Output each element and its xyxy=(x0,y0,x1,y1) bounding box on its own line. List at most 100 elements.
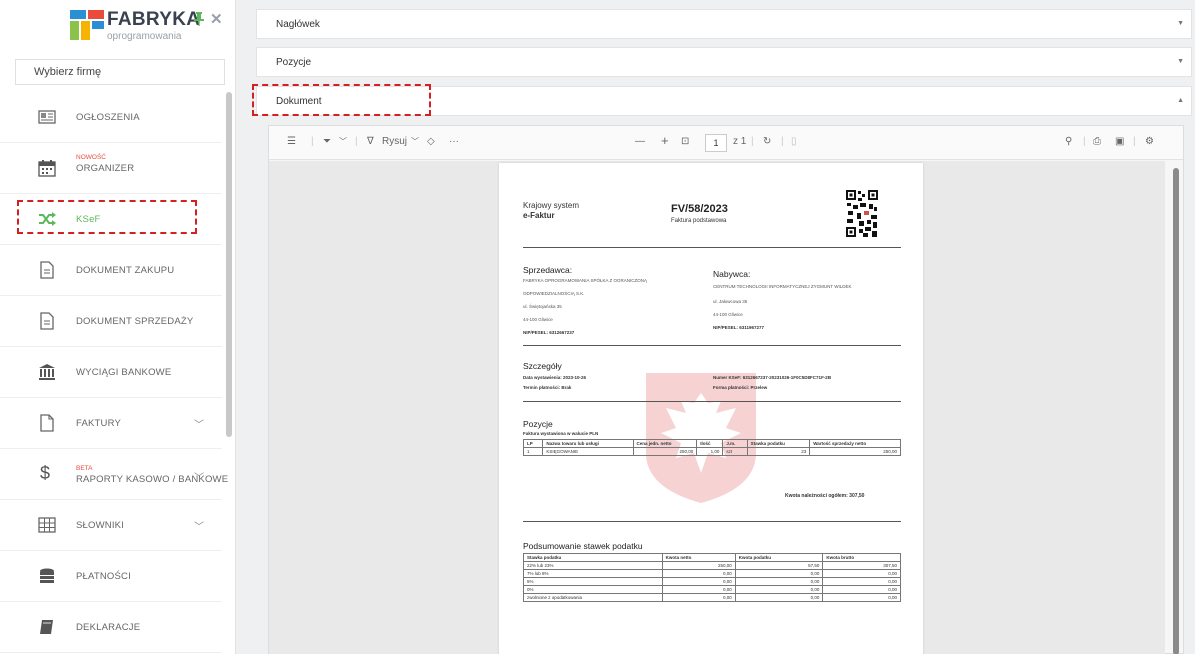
document-icon xyxy=(38,261,56,279)
chevron-down-icon[interactable]: ﹀ xyxy=(411,136,419,147)
caret-down-icon[interactable]: ▼ xyxy=(1177,58,1184,65)
table-cell: 0,00 xyxy=(661,577,736,586)
tax-summary-title: Podsumowanie stawek podatku xyxy=(523,541,643,551)
sidebar: FABRYKA oprogramowania ✕ Wybierz firmę O… xyxy=(0,0,236,654)
document-icon xyxy=(38,312,56,330)
ksef-highlight-box xyxy=(17,200,197,234)
tax-summary-table: Stawka podatku Kwota netto Kwota podatku… xyxy=(523,553,901,602)
issue-date: Data wystawienia: 2023-10-26 xyxy=(523,375,587,380)
table-cell: 0,00 xyxy=(822,585,901,594)
ksef-number: Numer KSeF: 6312667237-20231026-1F0C5D8F… xyxy=(713,375,832,380)
close-icon[interactable]: ✕ xyxy=(210,10,223,28)
more-icon[interactable]: ··· xyxy=(449,136,459,147)
column-header: Stawka podatku xyxy=(523,553,663,562)
seller-city: 44-100 Gliwice xyxy=(523,317,553,322)
page-number-input[interactable]: 1 xyxy=(705,134,727,152)
chevron-down-icon[interactable]: ﹀ xyxy=(194,518,204,533)
page-view-icon[interactable]: ▯ xyxy=(791,136,797,147)
sidebar-item-faktury[interactable]: FAKTURY ﹀ xyxy=(0,398,222,449)
sidebar-item-label: WYCIĄGI BANKOWE xyxy=(76,367,172,378)
gear-icon[interactable]: ⚙ xyxy=(1145,136,1154,147)
column-header: Kwota podatku xyxy=(734,553,824,562)
highlight-icon[interactable]: ⏷ xyxy=(323,136,331,147)
sidebar-item-raporty[interactable]: $ BETA RAPORTY KASOWO / BANKOWE ﹀ xyxy=(0,449,228,500)
column-header: Nazwa towaru lub usługi xyxy=(542,439,634,448)
sidebar-item-platnosci[interactable]: PŁATNOŚCI xyxy=(0,551,222,602)
sidebar-nav: OGŁOSZENIA NOWOŚĆ ORGANIZER KSeF DOKUMEN… xyxy=(0,92,228,653)
table-cell: 250,00 xyxy=(661,561,736,570)
caret-down-icon[interactable]: ▼ xyxy=(1177,20,1184,27)
sidebar-item-dokument-zakupu[interactable]: DOKUMENT ZAKUPU xyxy=(0,245,222,296)
table-cell: 0,00 xyxy=(661,585,736,594)
sidebar-item-dokument-sprzedazy[interactable]: DOKUMENT SPRZEDAŻY xyxy=(0,296,222,347)
table-cell: 0,00 xyxy=(822,569,901,578)
seller-name-line2: ODPOWIEDZIALNOŚCIĄ S.K. xyxy=(523,291,585,296)
pdf-toolbar: ☰ | ⏷ ﹀ | ∇ Rysuj ﹀ ◇ ··· — + ⊡ 1 z 1 | … xyxy=(269,126,1183,160)
sidebar-item-label: RAPORTY KASOWO / BANKOWE xyxy=(76,474,229,485)
table-cell: KSIĘGOWANIE xyxy=(542,447,634,456)
column-header: Cena jedn. netto xyxy=(632,439,698,448)
table-header-row: Stawka podatku Kwota netto Kwota podatku… xyxy=(523,553,901,562)
eagle-watermark-icon xyxy=(646,373,756,503)
sidebar-item-organizer[interactable]: NOWOŚĆ ORGANIZER xyxy=(0,143,222,194)
table-cell: 23 xyxy=(746,447,811,456)
sidebar-item-slowniki[interactable]: SŁOWNIKI ﹀ xyxy=(0,500,222,551)
pdf-canvas[interactable]: Krajowy system e-Faktur FV/58/2023 Faktu… xyxy=(269,161,1165,654)
company-select[interactable]: Wybierz firmę xyxy=(15,59,225,85)
eraser-icon[interactable]: ◇ xyxy=(427,136,435,147)
system-name-line1: Krajowy system xyxy=(523,201,580,210)
seller-street: ul. Świętojańska 35 xyxy=(523,304,562,309)
table-header-row: LP Nazwa towaru lub usługi Cena jedn. ne… xyxy=(522,439,901,448)
zoom-out-icon[interactable]: — xyxy=(635,136,645,147)
panel-pozycje[interactable]: Pozycje ▼ xyxy=(256,47,1192,77)
sidebar-item-label: DOKUMENT ZAKUPU xyxy=(76,265,175,276)
buyer-city: 44-100 Gliwice xyxy=(713,312,743,317)
sidebar-scrollbar[interactable] xyxy=(226,92,232,437)
panel-title: Nagłówek xyxy=(276,19,320,30)
contents-icon[interactable]: ☰ xyxy=(287,136,296,147)
search-icon[interactable]: ⚲ xyxy=(1065,136,1072,147)
sidebar-item-label: SŁOWNIKI xyxy=(76,520,125,531)
details-title: Szczegóły xyxy=(523,361,562,371)
payment-term: Termin płatności: Brak xyxy=(523,385,572,390)
qr-code-icon xyxy=(845,189,879,239)
panel-naglowek[interactable]: Nagłówek ▼ xyxy=(256,9,1192,39)
table-cell: 1 xyxy=(522,447,544,456)
table-cell: 0% xyxy=(523,585,663,594)
sidebar-item-ogloszenia[interactable]: OGŁOSZENIA xyxy=(0,92,222,143)
table-cell: zwolnione z opodatkowania xyxy=(523,593,663,602)
sidebar-item-label: FAKTURY xyxy=(76,418,122,429)
caret-up-icon[interactable]: ▲ xyxy=(1177,97,1184,104)
items-currency: Faktura wystawiona w walucie PLN xyxy=(523,431,599,436)
total-due: Kwota należności ogółem: 307,50 xyxy=(785,493,865,499)
logo[interactable]: FABRYKA oprogramowania ✕ xyxy=(0,0,235,50)
dokument-highlight-box xyxy=(252,84,431,116)
fit-page-icon[interactable]: ⊡ xyxy=(681,136,689,147)
sidebar-item-label: OGŁOSZENIA xyxy=(76,112,140,123)
pin-icon[interactable] xyxy=(194,12,204,29)
pdf-scrollbar[interactable] xyxy=(1173,168,1179,654)
sidebar-item-label: ORGANIZER xyxy=(76,163,135,174)
column-header: LP xyxy=(522,439,544,448)
page-total: z 1 xyxy=(733,136,747,147)
sidebar-item-wyciagi-bankowe[interactable]: WYCIĄGI BANKOWE xyxy=(0,347,222,398)
book-icon xyxy=(38,618,56,636)
table-row: 22% lub 23% 250,00 57,50 307,50 xyxy=(523,561,901,570)
seller-title: Sprzedawca: xyxy=(523,265,573,275)
chevron-down-icon[interactable]: ﹀ xyxy=(194,416,204,431)
chevron-down-icon[interactable]: ﹀ xyxy=(194,469,204,484)
table-cell: 250,00 xyxy=(632,447,698,456)
table-cell: 0,00 xyxy=(734,585,824,594)
draw-icon[interactable]: ∇ xyxy=(367,136,374,147)
beta-badge: BETA xyxy=(76,465,93,472)
table-cell: 57,50 xyxy=(734,561,824,570)
print-icon[interactable]: ⎙ xyxy=(1093,136,1101,147)
logo-subtitle: oprogramowania xyxy=(107,31,182,42)
sidebar-item-deklaracje[interactable]: DEKLARACJE xyxy=(0,602,222,653)
save-icon[interactable]: ▣ xyxy=(1115,136,1124,147)
rotate-icon[interactable]: ↻ xyxy=(763,136,771,147)
draw-button[interactable]: Rysuj xyxy=(382,136,407,147)
zoom-in-icon[interactable]: + xyxy=(661,133,669,148)
table-row: 5% 0,00 0,00 0,00 xyxy=(523,577,901,586)
chevron-down-icon[interactable]: ﹀ xyxy=(339,136,347,147)
